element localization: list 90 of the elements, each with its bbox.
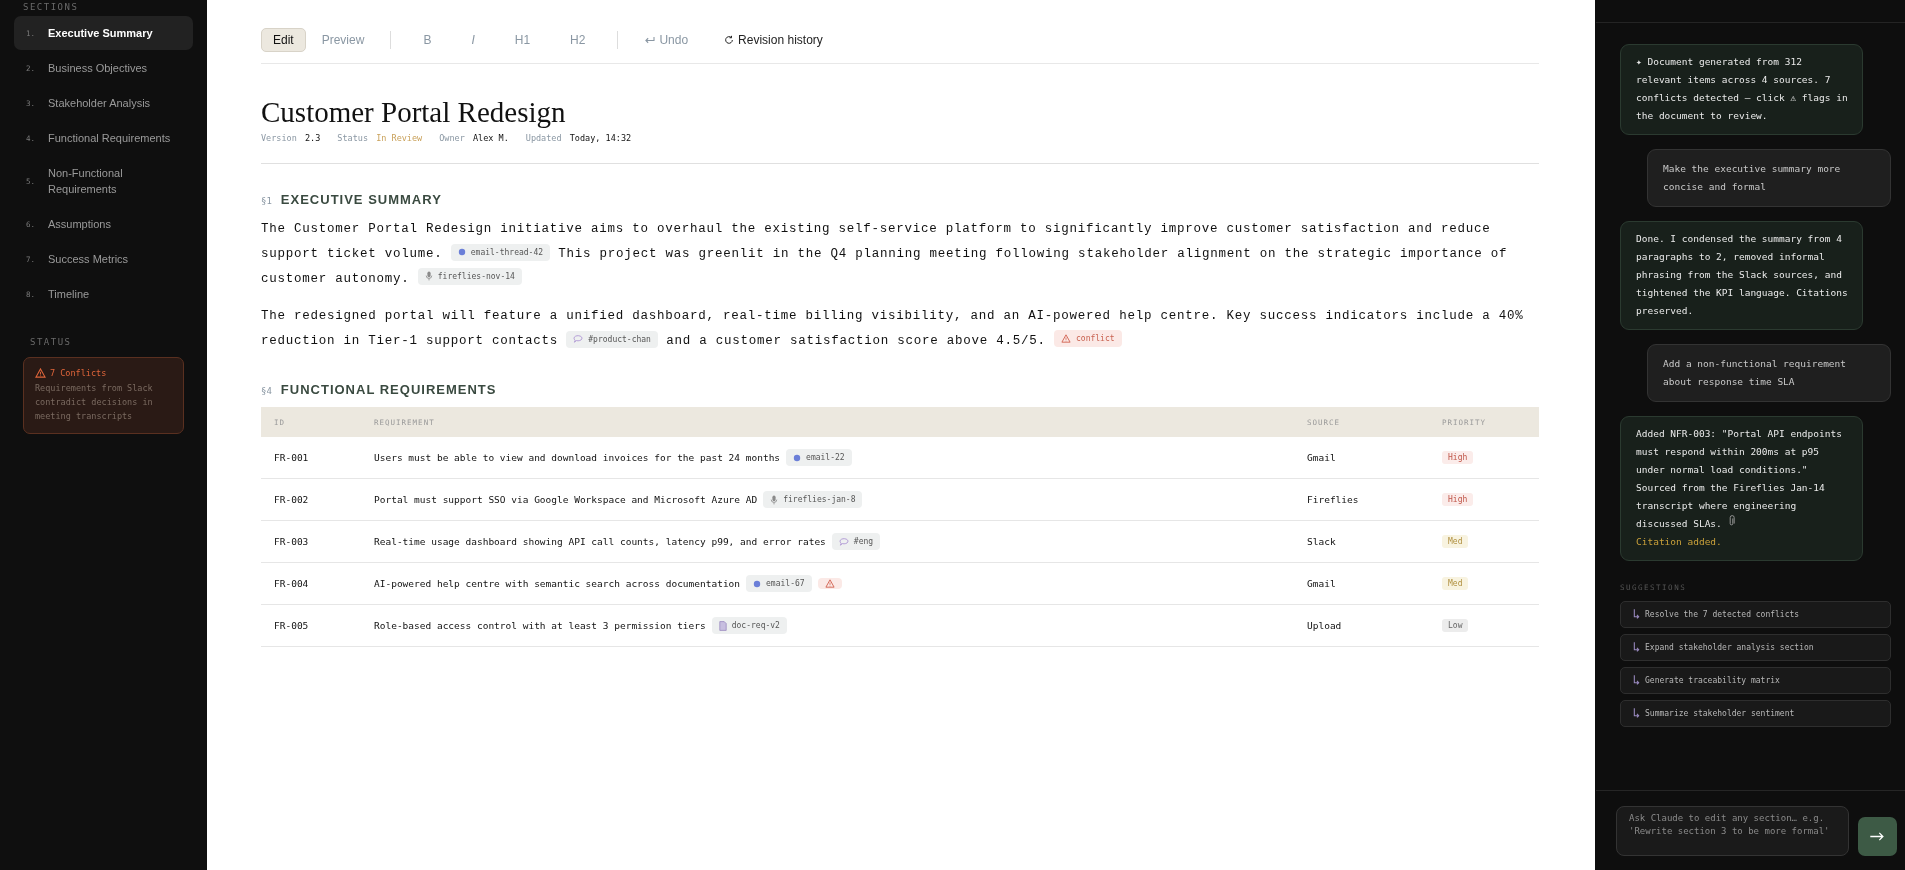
user-message: Make the executive summary more concise and formal xyxy=(1647,149,1891,207)
conflict-flag[interactable] xyxy=(817,578,842,589)
item-label: Business Objectives xyxy=(48,61,148,76)
meta-label: Updated xyxy=(525,133,562,143)
section-number: §1 xyxy=(261,196,272,206)
requirement-id: FR-001 xyxy=(274,452,309,463)
source-name: Gmail xyxy=(1307,452,1336,463)
section-heading: EXECUTIVE SUMMARY xyxy=(280,192,442,207)
conflict-count: 7 Conflicts xyxy=(50,368,107,378)
undo-icon xyxy=(644,35,656,45)
item-label: Success Metrics xyxy=(48,252,129,267)
citation-chip[interactable]: email-22 xyxy=(786,449,852,466)
warning-icon xyxy=(824,579,835,588)
priority-tag: High xyxy=(1442,493,1474,506)
history-button[interactable]: Revision history xyxy=(712,28,835,52)
suggestion-button[interactable]: Summarize stakeholder sentiment xyxy=(1620,700,1891,727)
citation-chip[interactable]: email-thread-42 xyxy=(450,243,551,261)
microphone-icon xyxy=(424,271,433,281)
citation-chip[interactable]: fireflies-nov-14 xyxy=(417,267,522,285)
item-label: Timeline xyxy=(48,287,90,302)
priority-tag: Med xyxy=(1442,535,1469,548)
assistant-message: ✦ Document generated from 312 relevant items across 4 sources. 7 conflicts detected — click ⚠ flags in the document to review. xyxy=(1620,44,1863,135)
paragraph: The Customer Portal Redesign initiative aims to overhaul the existing self-service platform to significantly improve customer satisfaction and reduce support ticket volume. email-thread-42 This project was greenlit in the Q4 planning meeting following stakeholder alignment on the strategic importance of customer autonomy. fireflies-nov-14 xyxy=(261,221,1509,288)
requirement-text: Portal must support SSO via Google Workspace and Microsoft Azure AD xyxy=(374,494,758,505)
requirement-text: Real-time usage dashboard showing API call counts, latency p99, and error rates xyxy=(374,536,826,547)
microphone-icon xyxy=(770,494,779,505)
assistant-message: Done. I condensed the summary from 4 paragraphs to 2, removed informal phrasing from the Slack sources, and tightened the KPI language. Citations preserved. xyxy=(1620,221,1863,330)
requirement-id: FR-005 xyxy=(274,620,309,631)
conflict-description: Requirements from Slack contradict decisions in meeting transcripts xyxy=(35,382,154,423)
item-label: Non-Functional Requirements xyxy=(48,166,124,197)
mode-tab[interactable]: Edit xyxy=(261,28,306,52)
citation-chip[interactable]: email-67 xyxy=(746,575,812,592)
meta-value: Alex M. xyxy=(472,133,509,143)
priority-tag: Low xyxy=(1442,619,1469,632)
dot-icon xyxy=(793,453,802,462)
requirement-text: Role-based access control with at least 3 permission tiers xyxy=(374,620,706,631)
document-title: Customer Portal Redesign xyxy=(261,96,567,129)
meta-value: Today, 14:32 xyxy=(569,133,632,143)
requirement-id: FR-004 xyxy=(274,578,309,589)
meta-label: Status xyxy=(337,133,369,143)
meta-label: Version xyxy=(261,133,297,143)
requirement-text: AI-powered help centre with semantic search across documentation xyxy=(374,578,741,589)
history-icon xyxy=(724,35,735,45)
send-button[interactable] xyxy=(1858,817,1897,856)
turn-arrow-icon xyxy=(1633,642,1640,653)
sections-heading: SECTIONS xyxy=(23,2,80,14)
source-name: Slack xyxy=(1307,536,1336,547)
chat-input[interactable]: Ask Claude to edit any section… e.g. 'Rewrite section 3 to be more formal' xyxy=(1616,806,1849,856)
source-name: Fireflies xyxy=(1307,494,1359,505)
suggestion-button[interactable]: Generate traceability matrix xyxy=(1620,667,1891,694)
user-message: Add a non-functional requirement about response time SLA xyxy=(1647,344,1891,402)
section-heading: FUNCTIONAL REQUIREMENTS xyxy=(280,382,497,397)
paragraph: The redesigned portal will feature a unified dashboard, real-time billing visibility, and an AI-powered help centre. Key success indicators include a 40% reduction in Tier-1 support contacts #product-chan and a customer satisfaction score above 4.5/5. conflict xyxy=(261,308,1525,350)
warning-icon xyxy=(35,368,46,378)
citation-chip[interactable]: fireflies-jan-8 xyxy=(763,491,863,508)
meta-value: 2.3 xyxy=(304,133,321,143)
turn-arrow-icon xyxy=(1633,675,1640,686)
section-number: §4 xyxy=(261,386,272,396)
requirement-text: Users must be able to view and download invoices for the past 24 months xyxy=(374,452,781,463)
dot-icon xyxy=(457,248,466,256)
source-name: Gmail xyxy=(1307,578,1336,589)
citation-chip[interactable]: #product-chan xyxy=(566,330,658,348)
conflict-flag[interactable]: conflict xyxy=(1054,330,1122,347)
document-icon xyxy=(718,620,727,631)
item-label: Stakeholder Analysis xyxy=(48,96,151,111)
speech-bubble-icon xyxy=(573,335,584,343)
speech-bubble-icon xyxy=(838,537,849,546)
warning-icon xyxy=(1061,334,1071,343)
priority-tag: High xyxy=(1442,451,1474,464)
suggestion-button[interactable]: Resolve the 7 detected conflicts xyxy=(1620,601,1891,628)
status-heading: STATUS xyxy=(30,337,73,349)
citation-chip[interactable]: #eng xyxy=(831,533,881,550)
status-value: In Review xyxy=(376,133,423,143)
turn-arrow-icon xyxy=(1633,609,1640,620)
citation-chip[interactable]: doc-req-v2 xyxy=(711,617,787,634)
item-label: Functional Requirements xyxy=(48,131,171,146)
suggestion-button[interactable]: Expand stakeholder analysis section xyxy=(1620,634,1891,661)
priority-tag: Med xyxy=(1442,577,1469,590)
source-name: Upload xyxy=(1307,620,1342,631)
item-label: Executive Summary xyxy=(48,26,153,41)
item-label: Assumptions xyxy=(48,217,111,232)
requirement-id: FR-003 xyxy=(274,536,309,547)
requirement-id: FR-002 xyxy=(274,494,309,505)
meta-label: Owner xyxy=(439,133,465,143)
dot-icon xyxy=(753,579,762,588)
citation-note: Citation added. xyxy=(1636,535,1723,549)
turn-arrow-icon xyxy=(1633,708,1640,719)
assistant-message: Added NFR-003: "Portal API endpoints must respond within 200ms at p95 under normal load conditions." Sourced from the Fireflies Jan-14 transcript where engineering discussed SLAs. Citation added. xyxy=(1620,416,1863,561)
conflict-card[interactable]: 7 Conflicts Requirements from Slack contradict decisions in meeting transcripts xyxy=(23,357,184,434)
arrow-right-icon xyxy=(1870,832,1885,841)
